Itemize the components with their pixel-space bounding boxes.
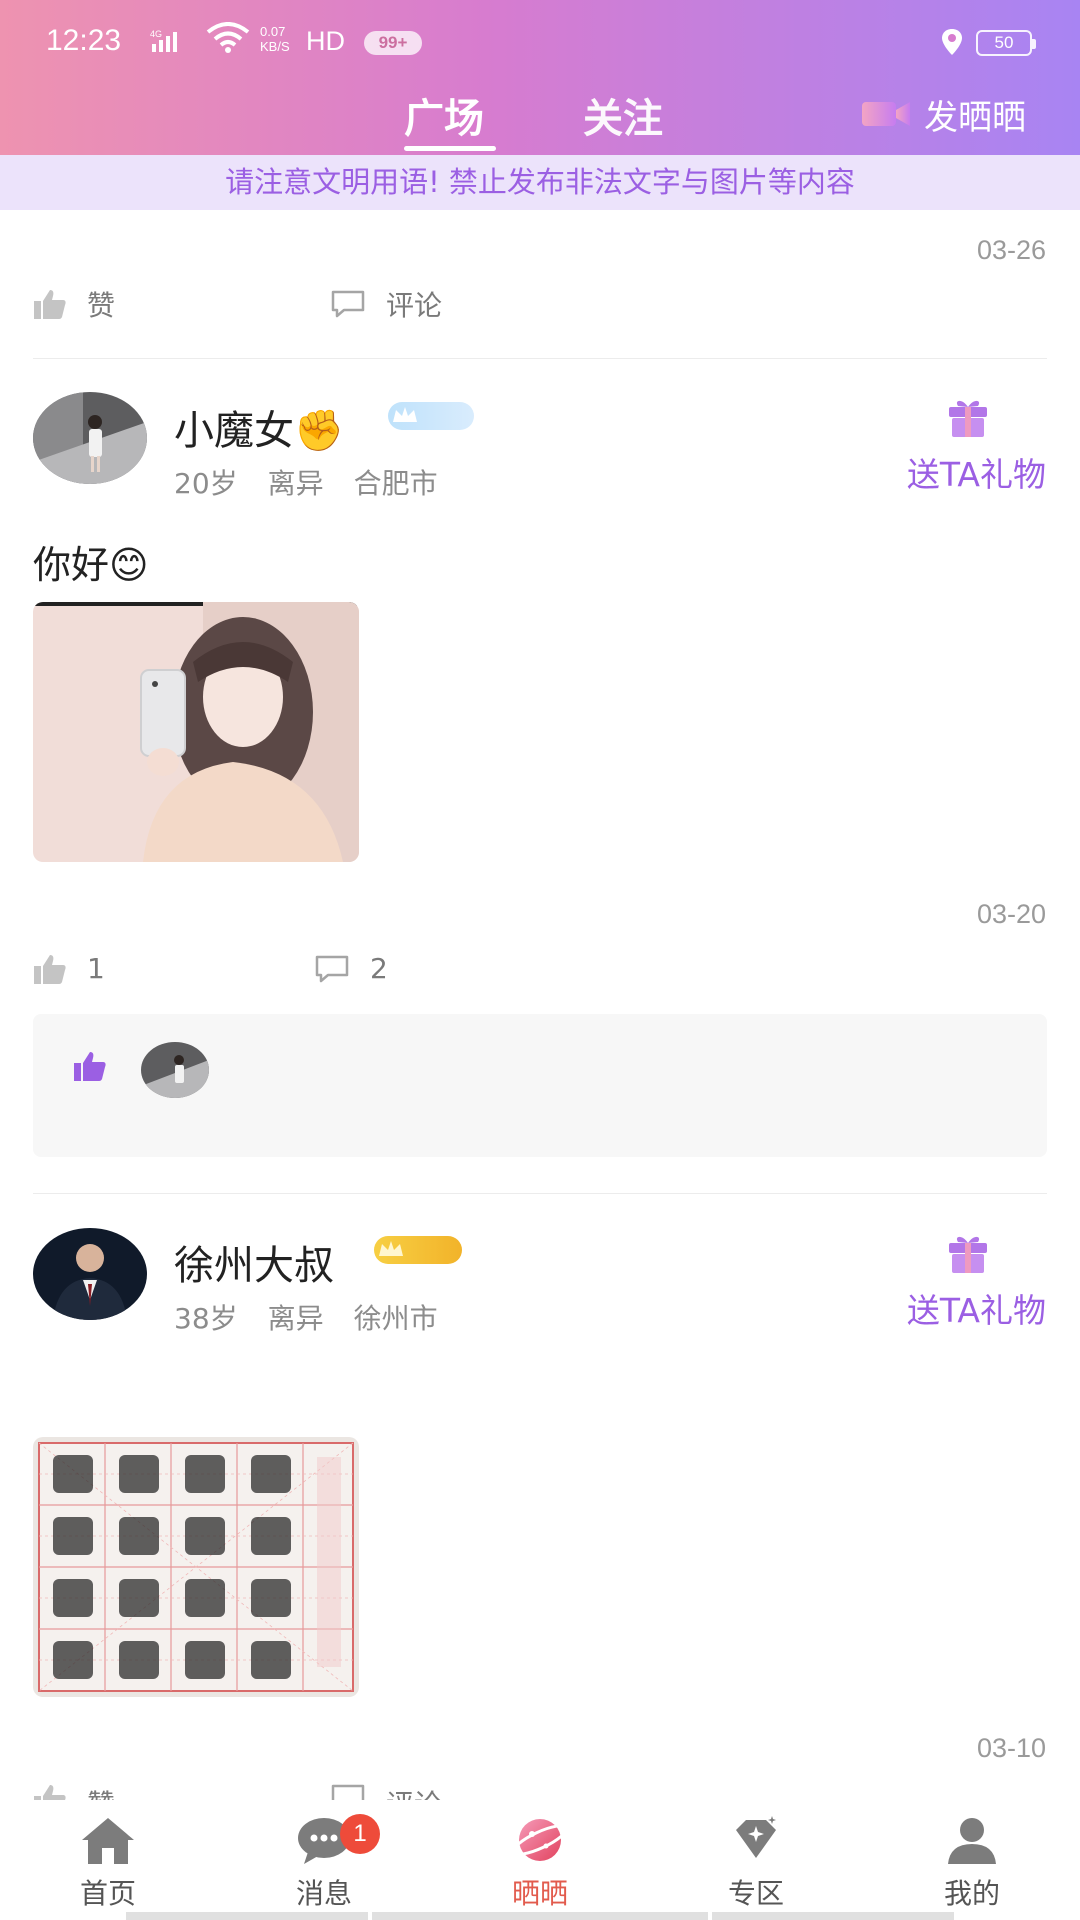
- send-gift-button[interactable]: 送TA礼物: [876, 392, 1046, 502]
- active-tab-indicator: [404, 146, 496, 151]
- vip-badge: [374, 1236, 462, 1264]
- like-label: 赞: [87, 1783, 115, 1800]
- vip-badge: [388, 402, 474, 430]
- user-meta: 20岁 离异 合肥市: [174, 462, 468, 502]
- gift-icon: [949, 1236, 987, 1273]
- planet-icon: [512, 1819, 568, 1861]
- hd-indicator: HD: [306, 26, 345, 56]
- post-date: 03-26: [976, 235, 1046, 265]
- nav-home-label: 首页: [79, 1877, 136, 1910]
- gesture-bar: [126, 1912, 368, 1920]
- vip-crown-icon: [379, 1241, 403, 1256]
- post-photo[interactable]: [33, 1437, 359, 1697]
- nav-messages-label: 消息: [295, 1877, 352, 1910]
- send-gift-button[interactable]: 送TA礼物: [876, 1228, 1046, 1338]
- like-count: 1: [87, 952, 105, 985]
- user-meta: 38岁 离异 徐州市: [174, 1297, 468, 1337]
- location-icon: [940, 28, 964, 56]
- nav-zone[interactable]: 专区: [686, 1814, 826, 1912]
- network-speed: 0.07 KB/S: [260, 24, 290, 54]
- username[interactable]: 小魔女✊: [174, 398, 344, 456]
- nav-home[interactable]: 首页: [38, 1814, 178, 1912]
- comment-icon: [315, 955, 349, 982]
- avatar[interactable]: [33, 1228, 147, 1320]
- bottom-navigation: 首页 消息 1 晒晒 专区 我的: [0, 1800, 1080, 1920]
- likers-box: [33, 1014, 1047, 1157]
- civility-notice: 请注意文明用语! 禁止发布非法文字与图片等内容: [0, 155, 1080, 210]
- comment-button[interactable]: 评论: [330, 1783, 442, 1800]
- nav-messages[interactable]: 消息 1: [254, 1814, 394, 1912]
- post-date: 03-20: [976, 899, 1046, 929]
- comment-button[interactable]: 2: [314, 952, 388, 985]
- post-divider: [33, 358, 1047, 359]
- avatar[interactable]: [33, 392, 147, 484]
- comment-button[interactable]: 评论: [330, 284, 442, 324]
- comment-icon: [331, 290, 365, 318]
- battery-indicator: 50: [976, 30, 1036, 56]
- like-label: 赞: [87, 289, 116, 322]
- profile-icon: [948, 1818, 996, 1864]
- user-marital-status: 离异: [267, 1302, 324, 1335]
- signal-icon: 4G: [150, 28, 194, 60]
- speed-value: 0.07: [260, 24, 286, 39]
- notification-count-badge: 99+: [364, 31, 422, 55]
- comment-label: 评论: [386, 289, 443, 322]
- raised-fist-emoji: ✊: [294, 408, 344, 454]
- post-text: 你好😊: [33, 543, 149, 587]
- comment-icon: [331, 1784, 365, 1800]
- video-camera-icon: [860, 98, 912, 130]
- gift-icon: [949, 400, 987, 437]
- nav-show[interactable]: 晒晒: [470, 1814, 610, 1912]
- user-age: 20岁: [174, 467, 238, 500]
- thumbs-up-icon: [34, 1785, 66, 1800]
- liker-avatar[interactable]: [141, 1042, 209, 1098]
- like-button[interactable]: 赞: [33, 284, 115, 324]
- speed-unit: KB/S: [260, 39, 290, 54]
- send-gift-label: 送TA礼物: [906, 1291, 1046, 1330]
- nav-show-label: 晒晒: [511, 1877, 568, 1910]
- svg-text:4G: 4G: [150, 29, 162, 39]
- post-show-button[interactable]: 发晒晒: [860, 90, 1026, 138]
- comment-count: 2: [370, 952, 388, 985]
- post-date: 03-10: [976, 1733, 1046, 1763]
- username-text: 小魔女: [174, 408, 294, 454]
- user-marital-status: 离异: [267, 467, 324, 500]
- vip-crown-icon: [393, 407, 417, 422]
- status-time: 12:23: [46, 24, 122, 57]
- tab-square[interactable]: 广场: [404, 86, 484, 144]
- gesture-bar: [712, 1912, 954, 1920]
- user-city: 合肥市: [353, 467, 438, 500]
- home-icon: [82, 1818, 134, 1864]
- thumbs-up-icon: [34, 954, 66, 984]
- username[interactable]: 徐州大叔: [174, 1233, 334, 1291]
- nav-profile-label: 我的: [943, 1877, 1000, 1910]
- post-show-label: 发晒晒: [924, 97, 1026, 138]
- unread-messages-badge: 1: [340, 1814, 380, 1854]
- send-gift-label: 送TA礼物: [906, 455, 1046, 494]
- top-header: 12:23 4G 0.07 KB/S HD 99+ 50 广场 关注 发晒晒: [0, 0, 1080, 155]
- like-button[interactable]: 1: [33, 952, 105, 985]
- thumbs-up-icon: [34, 290, 66, 319]
- post-divider: [33, 1193, 1047, 1194]
- gesture-bar: [372, 1912, 708, 1920]
- post-photo[interactable]: [33, 602, 359, 862]
- like-button[interactable]: 赞: [33, 1783, 115, 1800]
- nav-zone-label: 专区: [727, 1877, 784, 1910]
- liked-thumbs-up-icon: [74, 1052, 106, 1081]
- feed-tabs: 广场 关注 发晒晒: [0, 84, 1080, 155]
- user-age: 38岁: [174, 1302, 238, 1335]
- tab-follow[interactable]: 关注: [583, 86, 663, 144]
- diamond-icon: [736, 1816, 776, 1858]
- wifi-icon: [206, 22, 250, 62]
- status-bar: 12:23 4G 0.07 KB/S HD 99+ 50: [0, 0, 1080, 84]
- nav-profile[interactable]: 我的: [902, 1814, 1042, 1912]
- user-city: 徐州市: [353, 1302, 438, 1335]
- comment-label: 评论: [386, 1783, 442, 1800]
